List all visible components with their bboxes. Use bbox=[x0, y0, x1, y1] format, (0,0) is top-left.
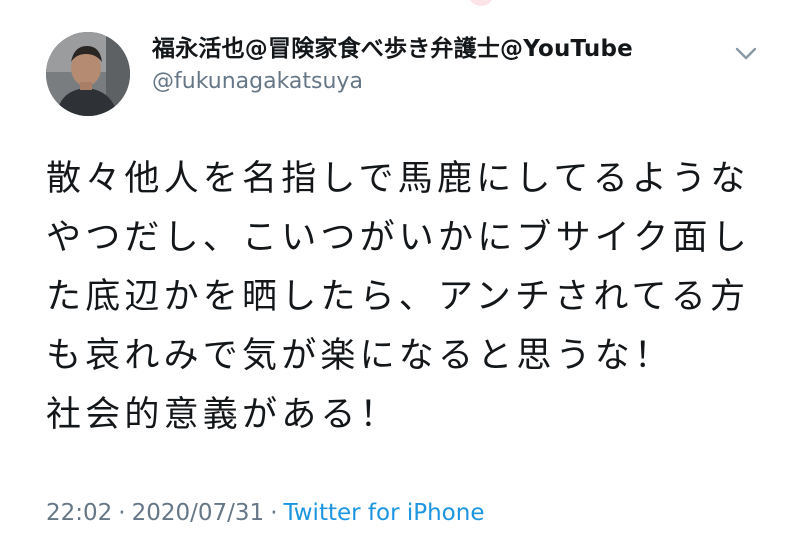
tweet-date[interactable]: 2020/07/31 bbox=[132, 500, 265, 526]
tweet-text-line: も哀れみで気が楽になると思うな！ bbox=[46, 336, 674, 376]
chevron-down-icon[interactable] bbox=[732, 40, 760, 68]
tweet-text-line: た底辺かを晒したら、アンチされてる方 bbox=[46, 277, 750, 317]
tweet-text-line: 社会的意義がある！ bbox=[46, 395, 399, 435]
display-name[interactable]: 福永活也@冒険家食べ歩き弁護士@YouTube bbox=[152, 34, 633, 64]
tweet-meta: 22:02 · 2020/07/31 · Twitter for iPhone bbox=[46, 495, 484, 531]
tweet-text-line: やつだし、こいつがいかにブサイク面し bbox=[46, 218, 751, 258]
user-names: 福永活也@冒険家食べ歩き弁護士@YouTube @fukunagakatsuya bbox=[152, 34, 633, 97]
tweet-source-link[interactable]: Twitter for iPhone bbox=[284, 500, 485, 526]
notification-dot bbox=[468, 0, 494, 6]
tweet-header: 福永活也@冒険家食べ歩き弁護士@YouTube @fukunagakatsuya bbox=[46, 30, 760, 120]
meta-separator: · bbox=[270, 500, 278, 526]
tweet-card: 福永活也@冒険家食べ歩き弁護士@YouTube @fukunagakatsuya… bbox=[0, 0, 800, 553]
tweet-text-line: 散々他人を名指しで馬鹿にしてるような bbox=[46, 159, 750, 199]
meta-separator: · bbox=[118, 500, 126, 526]
user-handle[interactable]: @fukunagakatsuya bbox=[152, 67, 633, 97]
tweet-time[interactable]: 22:02 bbox=[46, 500, 112, 526]
avatar[interactable] bbox=[46, 32, 130, 116]
tweet-text: 散々他人を名指しで馬鹿にしてるような やつだし、こいつがいかにブサイク面し た底… bbox=[46, 150, 766, 445]
